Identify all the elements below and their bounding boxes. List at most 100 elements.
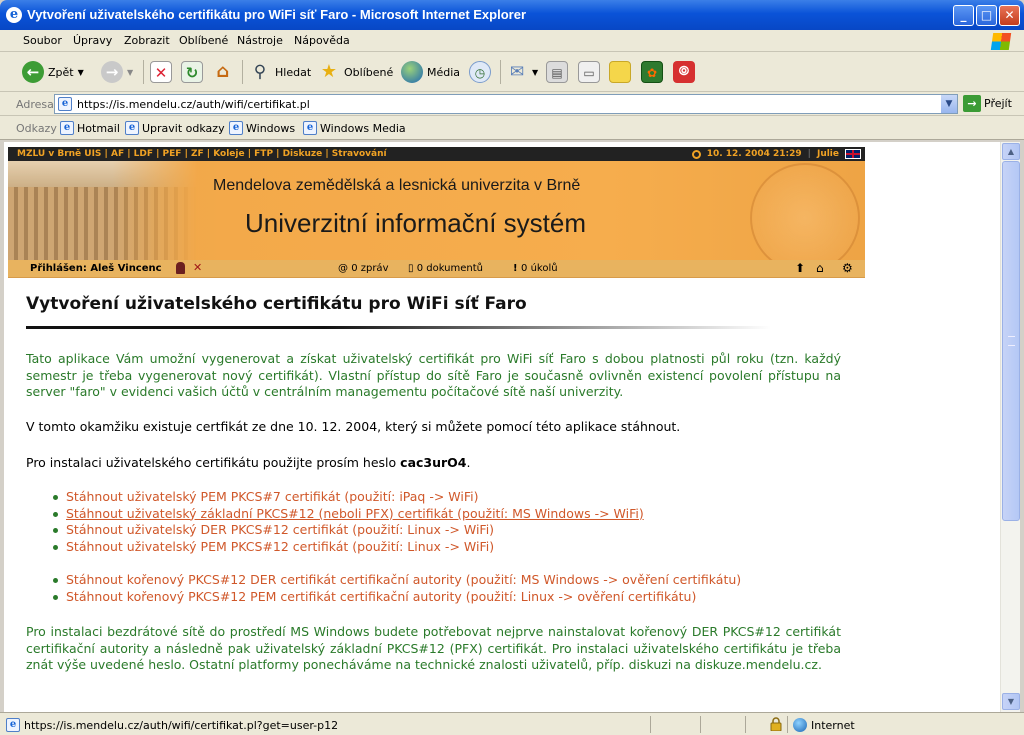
message-icon: @: [338, 263, 352, 274]
icq-flower-icon: ✿: [641, 61, 663, 83]
back-button[interactable]: ← Zpět ▼: [22, 60, 84, 84]
link-customize-links[interactable]: e Upravit odkazy: [125, 121, 225, 135]
documents-count: 0 dokumentů: [416, 263, 484, 274]
link-label: Hotmail: [77, 121, 120, 135]
menu-tools[interactable]: Nástroje: [237, 34, 283, 47]
messages-count: 0 zpráv: [351, 263, 389, 274]
tasks-status[interactable]: ! 0 úkolů: [513, 263, 558, 274]
menu-edit[interactable]: Úpravy: [73, 34, 112, 47]
task-icon: !: [513, 263, 522, 274]
download-link-pkcs12-pfx[interactable]: Stáhnout uživatelský základní PKCS#12 (n…: [53, 506, 644, 523]
stop-icon: ✕: [150, 61, 172, 83]
download-link-pem-pkcs7[interactable]: Stáhnout uživatelský PEM PKCS#7 certifik…: [53, 489, 644, 506]
address-input[interactable]: e https://is.mendelu.cz/auth/wifi/certif…: [54, 94, 958, 114]
refresh-button[interactable]: ↻: [181, 60, 203, 84]
window-title-bar[interactable]: e Vytvoření uživatelského certifikátu pr…: [0, 0, 1024, 30]
nav-divider: |: [807, 149, 811, 159]
media-globe-icon: [401, 61, 423, 83]
standard-toolbar: ← Zpět ▼ → ▼ ✕ ↻ ⌂ ⚲ Hledat ★ Oblíbené M…: [0, 52, 1024, 92]
download-link-root-pem[interactable]: Stáhnout kořenový PKCS#12 PEM certifikát…: [52, 589, 741, 606]
maximize-button[interactable]: □: [976, 5, 997, 26]
go-button[interactable]: → Přejít: [963, 95, 1012, 112]
download-link-der-pkcs12[interactable]: Stáhnout uživatelský DER PKCS#12 certifi…: [53, 522, 644, 539]
forward-button[interactable]: → ▼: [101, 60, 133, 84]
scroll-thumb[interactable]: [1002, 161, 1020, 521]
password-end: .: [466, 455, 471, 470]
scroll-down-arrow-icon[interactable]: ▼: [1002, 693, 1020, 710]
link-label: Upravit odkazy: [142, 121, 225, 135]
internet-globe-icon: [793, 718, 807, 732]
status-url-text: https://is.mendelu.cz/auth/wifi/certifik…: [24, 718, 339, 732]
go-label: Přejít: [984, 97, 1012, 110]
go-arrow-icon: →: [963, 95, 981, 112]
root-cert-list: Stáhnout kořenový PKCS#12 DER certifikát…: [52, 572, 741, 606]
toolbar-separator: [500, 60, 501, 84]
page-heading: Vytvoření uživatelského certifikátu pro …: [26, 294, 527, 314]
vertical-scrollbar[interactable]: ▲ ▼: [1000, 142, 1020, 712]
menu-view[interactable]: Zobrazit: [124, 34, 170, 47]
intro-paragraph: Tato aplikace Vám umožní vygenerovat a z…: [26, 351, 841, 399]
english-flag-icon[interactable]: [845, 149, 861, 159]
search-label: Hledat: [275, 65, 312, 79]
print-button[interactable]: ▤: [546, 60, 568, 84]
favorites-label: Oblíbené: [344, 65, 394, 79]
stop-button[interactable]: ✕: [150, 60, 172, 84]
menu-help[interactable]: Nápověda: [294, 34, 350, 47]
search-button[interactable]: ⚲ Hledat: [249, 60, 311, 84]
ie-page-icon: e: [60, 121, 74, 135]
password-paragraph: Pro instalaci uživatelského certifikátu …: [26, 455, 841, 472]
logged-in-user: Přihlášen: Aleš Vincenc: [30, 263, 162, 274]
download-link-root-der[interactable]: Stáhnout kořenový PKCS#12 DER certifikát…: [52, 572, 741, 589]
links-label: Odkazy: [16, 122, 57, 135]
media-label: Média: [427, 65, 461, 79]
edit-button[interactable]: ▭: [578, 60, 600, 84]
mail-button[interactable]: ✉ ▼: [506, 60, 538, 84]
menu-favorites[interactable]: Oblíbené: [179, 34, 228, 47]
link-hotmail[interactable]: e Hotmail: [60, 121, 120, 135]
messages-status[interactable]: @ 0 zpráv: [338, 263, 388, 274]
messenger-button[interactable]: ✿: [641, 60, 663, 84]
password-text: Pro instalaci uživatelského certifikátu …: [26, 455, 401, 470]
menu-file[interactable]: Soubor: [23, 34, 62, 47]
link-windows-media[interactable]: e Windows Media: [303, 121, 406, 135]
scroll-up-arrow-icon[interactable]: ▲: [1002, 143, 1020, 160]
home-button[interactable]: ⌂: [212, 60, 234, 84]
documents-status[interactable]: ▯ 0 dokumentů: [408, 263, 483, 274]
back-dropdown-icon[interactable]: ▼: [78, 68, 84, 77]
building-photo: [8, 161, 198, 260]
name-day: Julie: [816, 149, 839, 159]
close-button[interactable]: ✕: [999, 5, 1020, 26]
document-icon: ▯: [408, 263, 417, 274]
security-zone[interactable]: Internet: [793, 718, 855, 732]
university-seal: [750, 163, 860, 273]
favorites-button[interactable]: ★ Oblíbené: [318, 60, 393, 84]
user-bar: Přihlášen: Aleš Vincenc ✕ @ 0 zpráv ▯ 0 …: [8, 260, 865, 278]
up-arrow-icon[interactable]: ⬆: [795, 262, 805, 275]
discuss-button[interactable]: [609, 60, 631, 84]
top-nav-links[interactable]: MZLU v Brně UIS | AF | LDF | PEF | ZF | …: [17, 149, 387, 159]
ie-page-icon: e: [125, 121, 139, 135]
extension-button[interactable]: ⦾: [673, 60, 695, 84]
ie-page-icon: e: [229, 121, 243, 135]
home-icon[interactable]: ⌂: [816, 262, 824, 275]
discuss-note-icon: [609, 61, 631, 83]
forward-dropdown-icon[interactable]: ▼: [127, 68, 133, 77]
user-profile-icon[interactable]: [176, 262, 185, 274]
page-viewport: MZLU v Brně UIS | AF | LDF | PEF | ZF | …: [4, 142, 1000, 712]
mail-envelope-icon: ✉: [509, 62, 525, 82]
existing-cert-paragraph: V tomto okamžiku existuje certfikát ze d…: [26, 419, 681, 434]
address-bar: Adresa e https://is.mendelu.cz/auth/wifi…: [0, 92, 1024, 116]
logout-icon[interactable]: ✕: [193, 262, 204, 274]
link-label: Windows Media: [320, 121, 406, 135]
history-button[interactable]: ◷: [469, 60, 491, 84]
media-button[interactable]: Média: [401, 60, 460, 84]
minimize-button[interactable]: _: [953, 5, 974, 26]
settings-icon[interactable]: ⚙: [842, 262, 853, 275]
search-magnifier-icon: ⚲: [253, 62, 267, 82]
address-dropdown-icon[interactable]: ▼: [941, 95, 957, 113]
link-windows[interactable]: e Windows: [229, 121, 295, 135]
clock-icon: [691, 149, 701, 159]
address-url[interactable]: https://is.mendelu.cz/auth/wifi/certifik…: [77, 98, 310, 111]
mail-dropdown-icon[interactable]: ▼: [532, 68, 538, 77]
download-link-pem-pkcs12[interactable]: Stáhnout uživatelský PEM PKCS#12 certifi…: [53, 539, 644, 556]
